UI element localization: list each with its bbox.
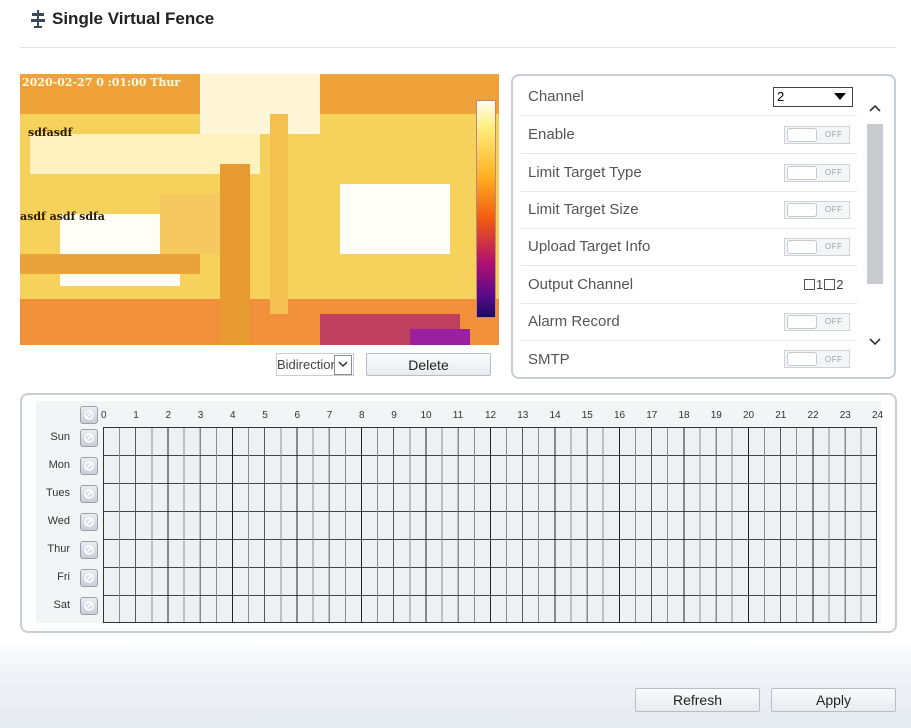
footer-background xyxy=(0,640,911,728)
channel-label: Channel xyxy=(528,88,584,105)
toggle-state: OFF xyxy=(825,205,843,214)
alarm-record-label: Alarm Record xyxy=(528,313,620,330)
delete-button[interactable]: Delete xyxy=(366,353,491,376)
toggle-state: OFF xyxy=(825,168,843,177)
day-label-wed: Wed xyxy=(47,515,70,527)
output-channel-1-label: 1 xyxy=(816,277,824,292)
select-day-icon[interactable] xyxy=(80,569,98,587)
hour-label: 2 xyxy=(165,410,172,421)
upload-target-info-label: Upload Target Info xyxy=(528,238,651,255)
day-label-sun: Sun xyxy=(50,431,70,443)
select-day-icon[interactable] xyxy=(80,457,98,475)
hour-label: 15 xyxy=(581,410,593,421)
fence-pole-icon xyxy=(31,10,45,28)
hour-label: 23 xyxy=(839,410,851,421)
direction-select[interactable]: Bidirectional xyxy=(276,353,354,376)
select-day-icon[interactable] xyxy=(80,541,98,559)
hour-label: 17 xyxy=(646,410,658,421)
hour-label: 13 xyxy=(517,410,529,421)
scrollbar-thumb[interactable] xyxy=(867,124,883,284)
hour-label: 24 xyxy=(872,410,884,421)
hour-label: 14 xyxy=(549,410,561,421)
output-channel-2-checkbox[interactable] xyxy=(824,279,836,290)
hour-label: 3 xyxy=(197,410,204,421)
limit-target-size-label: Limit Target Size xyxy=(528,201,639,218)
enable-label: Enable xyxy=(528,126,575,143)
page-header: Single Virtual Fence xyxy=(30,6,214,32)
setting-limit-target-size: Limit Target Size OFF xyxy=(521,191,857,229)
hour-label: 11 xyxy=(452,410,464,421)
toggle-state: OFF xyxy=(825,242,843,251)
day-label-thur: Thur xyxy=(47,543,70,555)
enable-toggle[interactable]: OFF xyxy=(784,125,850,144)
setting-output-channel: Output Channel 1 2 xyxy=(521,266,857,304)
osd-text-2: asdf asdf sdfa xyxy=(20,210,105,223)
smtp-toggle[interactable]: OFF xyxy=(784,350,850,368)
hour-label: 12 xyxy=(485,410,497,421)
toggle-state: OFF xyxy=(825,354,843,364)
chevron-up-icon[interactable] xyxy=(867,100,883,116)
hour-label: 21 xyxy=(775,410,787,421)
hour-label: 1 xyxy=(133,410,139,421)
refresh-button[interactable]: Refresh xyxy=(635,688,760,712)
toggle-state: OFF xyxy=(825,130,843,139)
page-title: Single Virtual Fence xyxy=(52,9,215,28)
hour-label: 9 xyxy=(391,410,397,421)
setting-upload-target-info: Upload Target Info OFF xyxy=(521,228,857,266)
direction-control: Bidirectional xyxy=(276,353,354,376)
channel-select[interactable]: 2 xyxy=(773,86,853,107)
apply-button[interactable]: Apply xyxy=(771,688,896,712)
hour-label: 5 xyxy=(262,410,268,421)
hour-label: 4 xyxy=(230,410,236,421)
toggle-state: OFF xyxy=(825,317,843,326)
day-label-sat: Sat xyxy=(53,599,70,611)
hour-label: 19 xyxy=(710,410,722,421)
setting-enable: Enable OFF xyxy=(521,116,857,154)
day-label-fri: Fri xyxy=(57,571,70,583)
setting-alarm-record: Alarm Record OFF xyxy=(521,303,857,341)
setting-channel: Channel 2 xyxy=(521,78,857,116)
hour-label: 18 xyxy=(678,410,690,421)
select-day-icon[interactable] xyxy=(80,513,98,531)
day-label-tues: Tues xyxy=(45,487,70,499)
channel-select-value: 2 xyxy=(777,89,785,104)
output-channel-label: Output Channel xyxy=(528,276,634,293)
select-day-icon[interactable] xyxy=(80,485,98,503)
limit-target-type-toggle[interactable]: OFF xyxy=(784,163,850,182)
hour-label: 8 xyxy=(359,410,365,421)
hour-label: 6 xyxy=(294,410,301,421)
select-day-icon[interactable] xyxy=(80,429,98,447)
smtp-label: SMTP xyxy=(528,350,570,368)
output-channel-options: 1 2 xyxy=(804,277,843,292)
setting-limit-target-type: Limit Target Type OFF xyxy=(521,154,857,192)
hour-label: 16 xyxy=(614,410,626,421)
schedule-grid[interactable] xyxy=(103,427,877,623)
caret-down-icon xyxy=(834,92,846,100)
upload-target-info-toggle[interactable]: OFF xyxy=(784,237,850,256)
direction-select-value: Bidirectional xyxy=(277,357,334,372)
day-label-mon: Mon xyxy=(48,459,70,471)
hour-label: 10 xyxy=(420,410,432,421)
output-channel-2-label: 2 xyxy=(836,277,844,292)
settings-scrollbar[interactable] xyxy=(863,76,887,377)
osd-timestamp: 2020-02-27 0 :01:00 Thur xyxy=(22,76,181,89)
chevron-down-icon[interactable] xyxy=(867,334,883,350)
output-channel-1-checkbox[interactable] xyxy=(804,279,815,290)
header-divider xyxy=(20,47,896,48)
hour-label: 7 xyxy=(326,410,333,421)
limit-target-size-toggle[interactable]: OFF xyxy=(784,200,850,219)
hour-label: 22 xyxy=(807,410,819,421)
setting-smtp: SMTP OFF xyxy=(521,340,857,377)
video-preview[interactable]: 2020-02-27 0 :01:00 Thur sdfasdf asdf as… xyxy=(20,74,499,345)
select-all-icon[interactable] xyxy=(80,406,98,424)
chevron-down-icon[interactable] xyxy=(334,354,352,375)
alarm-record-toggle[interactable]: OFF xyxy=(784,312,850,331)
hour-label: 0 xyxy=(101,410,107,421)
hour-label: 20 xyxy=(743,410,755,421)
select-day-icon[interactable] xyxy=(80,597,98,615)
temperature-color-bar xyxy=(476,100,496,318)
osd-text-1: sdfasdf xyxy=(28,126,73,139)
limit-target-type-label: Limit Target Type xyxy=(528,164,642,181)
settings-panel: Channel 2 Enable OFF Limit Target Type O… xyxy=(511,74,896,379)
